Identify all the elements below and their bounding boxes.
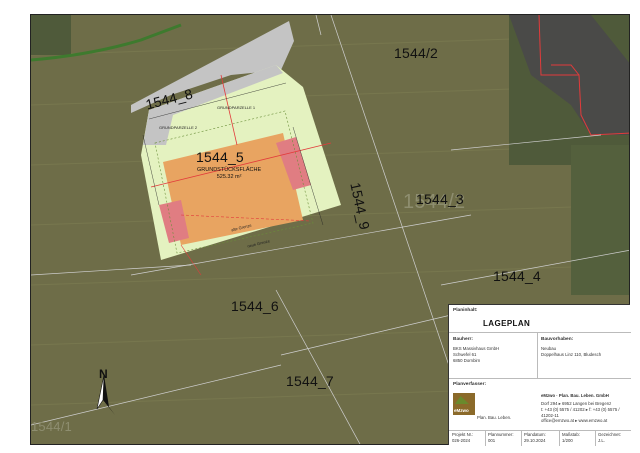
bauherr-line-3: 6850 Dornbirn (453, 357, 481, 363)
plan-sheet: 1544_8 1544/2 1544_5 1544_9 1544/2 1544_… (0, 0, 640, 453)
drawn-by-label: Gezeichnet: (598, 432, 621, 437)
emzwo-logo: eMzwo (453, 393, 475, 415)
logo-text: eMzwo (454, 408, 469, 413)
plot-area-title: GRUNDSTÜCKSFLÄCHE (197, 167, 262, 173)
scale-value: 1/200 (562, 437, 573, 443)
parcel-label-1544-6: 1544_6 (231, 298, 279, 314)
plot-left-label: GRUNDPARZELLE 2 (159, 125, 198, 130)
client-project-section: Bauherr: BKS Massivhaus GmbH Schwefel 61… (449, 333, 631, 379)
firm-name: eMzwo · Plan. Bau. Leben. GmbH (541, 393, 609, 398)
planverfasser-label: Planverfasser: (453, 382, 487, 387)
bauherr-label: Bauherr: (453, 337, 473, 342)
bauvorhaben-label: Bauvorhaben: (541, 337, 574, 342)
bauherr-line-1: BKS Massivhaus GmbH (453, 346, 500, 351)
drawn-by-cell: Gezeichnet: J.L. (598, 432, 621, 444)
drawn-by-value: J.L. (598, 437, 605, 443)
parcel-label-1544-1: 1544/1 (31, 419, 72, 434)
plan-title: LAGEPLAN (483, 319, 531, 328)
plan-date-value: 29.10.2024 (524, 437, 546, 443)
plan-number-cell: Plannummer: 001 (488, 432, 514, 444)
north-arrow-icon (95, 373, 117, 417)
plan-number-value: 001 (488, 437, 496, 443)
planverfasser-section: Planverfasser: eMzwo Plan. Bau. Leben. e… (449, 379, 631, 431)
bauherr-details: BKS Massivhaus GmbH Schwefel 61 6850 Dor… (453, 346, 499, 363)
project-number-value: 026-2024 (452, 437, 471, 443)
title-block: Planinhalt: LAGEPLAN Bauherr: BKS Massiv… (448, 304, 631, 446)
parcel-label-1544-4: 1544_4 (493, 268, 541, 284)
logo-tagline: Plan. Bau. Leben. (477, 415, 512, 420)
plot-area-label: GRUNDSTÜCKSFLÄCHE 525.32 m² (197, 167, 261, 180)
parcel-label-1544-2: 1544/2 (394, 45, 439, 61)
firm-line-2: t: +43 (0) 5575 / 41202 ▸ f: +43 (0) 557… (541, 406, 620, 418)
scale-cell: Maßstab: 1/200 (562, 432, 580, 444)
planinhalt-section: Planinhalt: LAGEPLAN (449, 305, 631, 333)
project-number-cell: Projekt Nr.: 026-2024 (452, 432, 473, 444)
parcel-label-1544-5: 1544_5 (196, 149, 244, 165)
project-number-label: Projekt Nr.: (452, 432, 474, 437)
firm-details: Dorf 294 ▸ 6952 Langen bei Bregenz t: +4… (541, 401, 631, 424)
plan-date-cell: Plandatum: 29.10.2024 (524, 432, 546, 444)
bauvorhaben-line-2: Doppelhaus Linz 110, Bludesch (541, 351, 602, 357)
plan-number-label: Plannummer: (488, 432, 514, 437)
plot-area-value: 525.32 m² (216, 173, 242, 180)
planinhalt-label: Planinhalt: (453, 308, 478, 313)
footer-row: Projekt Nr.: 026-2024 Plannummer: 001 Pl… (449, 431, 631, 446)
parcel-label-1544-3: 1544_3 (416, 191, 464, 207)
parcel-label-1544-7: 1544_7 (286, 373, 334, 389)
plot-top-label: GRUNDPARZELLE 1 (217, 105, 256, 110)
firm-line-3: office@emzwo.at ▸ www.emzwo.at (541, 418, 608, 424)
scale-label: Maßstab: (562, 432, 580, 437)
bauvorhaben-details: Neubau Doppelhaus Linz 110, Bludesch (541, 346, 601, 358)
plan-date-label: Plandatum: (524, 432, 546, 437)
